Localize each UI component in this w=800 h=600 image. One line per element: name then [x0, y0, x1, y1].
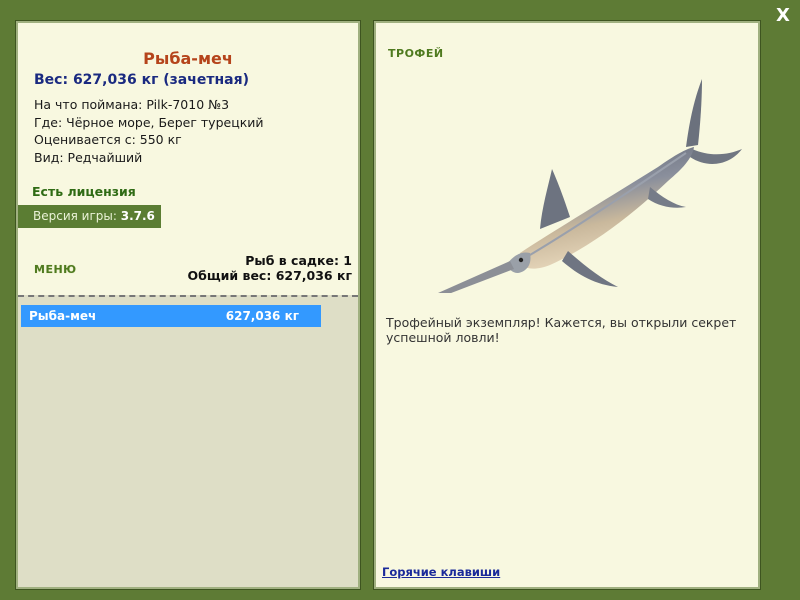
catch-name: Рыба-меч [29, 309, 97, 323]
swordfish-image [438, 79, 742, 293]
trophy-panel: ТРОФЕЙ Трофейный экземпляр! Кажется, вы … [373, 20, 761, 590]
fish-title: Рыба-меч [143, 49, 233, 68]
trophy-text: Трофейный экземпляр! Кажется, вы открыли… [386, 315, 737, 345]
close-icon: X [776, 5, 790, 26]
place-line: Где: Чёрное море, Берег турецкий [34, 114, 264, 130]
bait-line: На что поймана: Pilk-7010 №3 [34, 97, 230, 112]
keepnet-total-weight: Общий вес: 627,036 кг [187, 268, 353, 283]
keepnet-summary: Рыб в садке: 1 Общий вес: 627,036 кг [188, 253, 353, 283]
keepnet-count: Рыб в садке: 1 [245, 253, 352, 268]
menu-button[interactable]: МЕНЮ [34, 263, 77, 276]
fish-info-panel: Рыба-меч Вес: 627,036 кг (зачетная) На ч… [15, 20, 361, 590]
catch-list: Рыба-меч 627,036 кг [18, 295, 358, 587]
fish-weight: Вес: 627,036 кг (зачетная) [34, 72, 249, 88]
version-value: 3.7.6 [120, 209, 155, 223]
version-box: Версия игры: 3.7.6 [18, 205, 161, 228]
fish-details: На что поймана: Pilk-7010 №3 Где: Чёрное… [34, 96, 264, 166]
version-label: Версия игры: [33, 209, 117, 223]
catch-list-item[interactable]: Рыба-меч 627,036 кг [21, 305, 321, 327]
close-button[interactable]: X [771, 4, 795, 28]
catch-weight: 627,036 кг [225, 309, 299, 323]
value-line: Оценивается с: 550 кг [34, 132, 182, 147]
hotkeys-link[interactable]: Горячие клавиши [382, 565, 500, 579]
kind-line: Вид: Редчайший [34, 149, 143, 165]
license-status: Есть лицензия [32, 184, 136, 199]
